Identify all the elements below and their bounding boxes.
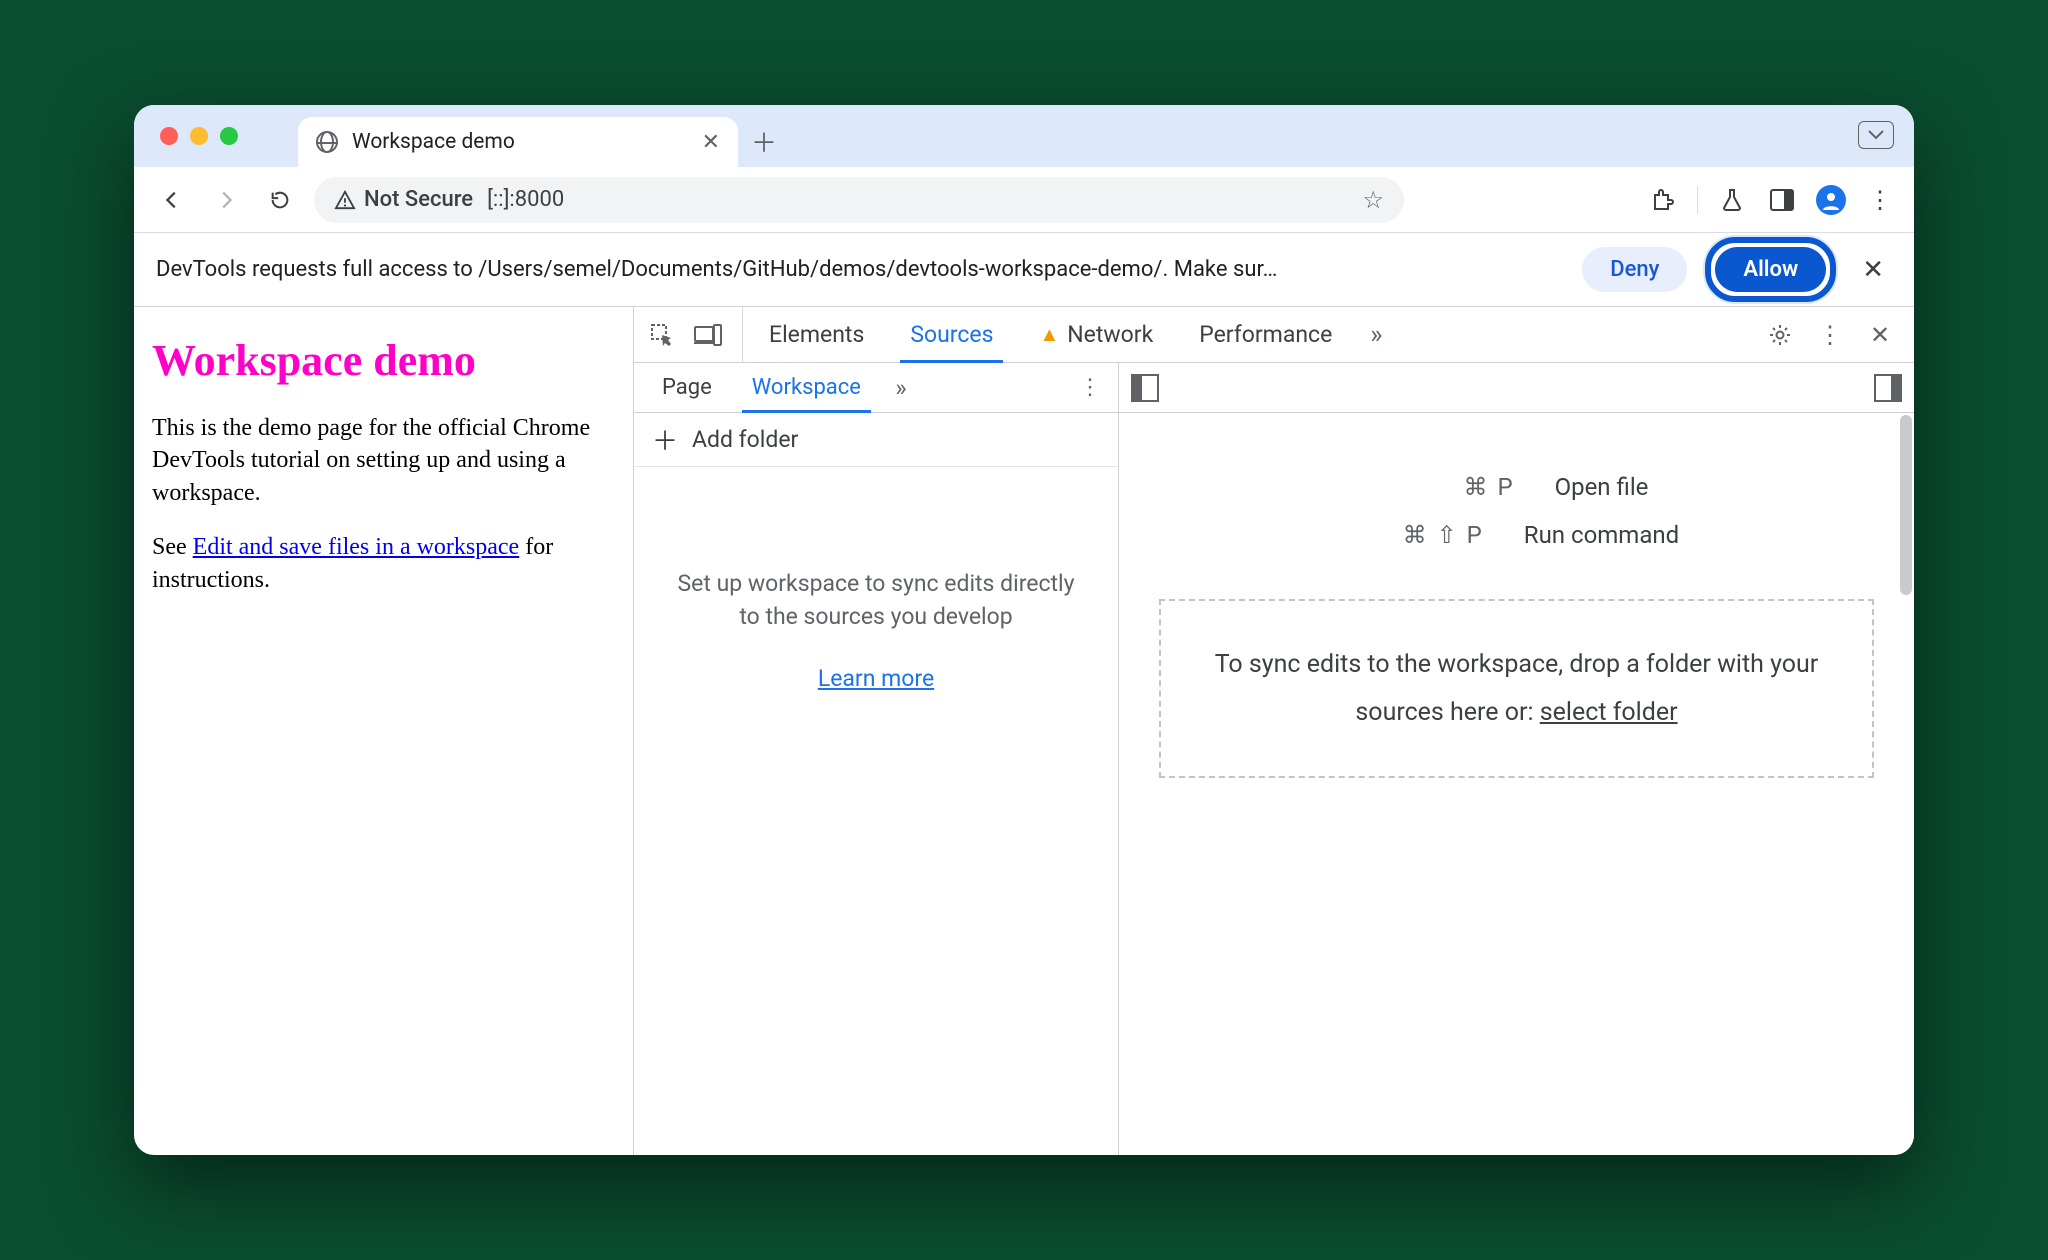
devtools-inspect-group (644, 307, 743, 362)
rendered-page: Workspace demo This is the demo page for… (134, 307, 634, 1155)
side-panel-icon[interactable] (1766, 184, 1798, 216)
devtools-tabbar: Elements Sources ▲ Network Performance »… (634, 307, 1914, 363)
infobar-close-icon[interactable]: ✕ (1854, 255, 1892, 285)
workspace-empty-state: Set up workspace to sync edits directly … (634, 467, 1118, 1155)
workspace-tutorial-link[interactable]: Edit and save files in a workspace (193, 534, 520, 560)
tab-sources[interactable]: Sources (890, 307, 1013, 362)
browser-window: Workspace demo ✕ ＋ Not Secure [::]:8000 … (134, 105, 1914, 1155)
allow-button[interactable]: Allow (1715, 247, 1826, 292)
select-folder-link[interactable]: select folder (1540, 698, 1678, 727)
close-window-icon[interactable] (160, 127, 178, 145)
infobar-message: DevTools requests full access to /Users/… (156, 257, 1564, 282)
back-button[interactable] (152, 180, 192, 220)
navigator-menu-icon[interactable]: ⋮ (1072, 370, 1108, 406)
shortcut-hints: ⌘ P Open file ⌘ ⇧ P Run command (1119, 413, 1914, 579)
close-tab-icon[interactable]: ✕ (702, 130, 720, 155)
allow-highlight: Allow (1705, 237, 1836, 302)
globe-icon (316, 131, 338, 153)
sources-editor-pane: ⌘ P Open file ⌘ ⇧ P Run command To sync … (1119, 363, 1914, 1155)
navigator-tabs: Page Workspace » ⋮ (634, 363, 1118, 413)
subtab-workspace[interactable]: Workspace (734, 363, 879, 412)
tab-performance[interactable]: Performance (1179, 307, 1352, 362)
shortcut-open-file: ⌘ P Open file (1385, 473, 1649, 501)
bookmark-icon[interactable]: ☆ (1362, 186, 1384, 214)
page-paragraph-1: This is the demo page for the official C… (152, 412, 615, 509)
maximize-window-icon[interactable] (220, 127, 238, 145)
page-heading: Workspace demo (152, 335, 615, 386)
show-navigator-icon[interactable] (1131, 374, 1159, 402)
permission-infobar: DevTools requests full access to /Users/… (134, 233, 1914, 307)
subtab-overflow-icon[interactable]: » (883, 370, 919, 406)
omnibox[interactable]: Not Secure [::]:8000 ☆ (314, 177, 1404, 223)
show-debugger-icon[interactable] (1874, 374, 1902, 402)
tab-network[interactable]: ▲ Network (1019, 307, 1173, 362)
plus-icon: ＋ (652, 421, 678, 458)
learn-more-link[interactable]: Learn more (818, 662, 934, 695)
sources-navigator: Page Workspace » ⋮ ＋ Add folder Set up w… (634, 363, 1119, 1155)
editor-topstrip (1119, 363, 1914, 413)
settings-icon[interactable] (1762, 317, 1798, 353)
tab-overflow-icon[interactable]: » (1358, 317, 1394, 353)
toolbar-right: ⋮ (1647, 184, 1896, 216)
extensions-icon[interactable] (1647, 184, 1679, 216)
deny-button[interactable]: Deny (1582, 247, 1687, 292)
devtools-menu-icon[interactable]: ⋮ (1812, 317, 1848, 353)
experiments-icon[interactable] (1716, 184, 1748, 216)
security-label: Not Secure (364, 187, 473, 212)
devtools-panel: Elements Sources ▲ Network Performance »… (634, 307, 1914, 1155)
window-controls (160, 127, 238, 145)
subtab-page[interactable]: Page (644, 363, 730, 412)
titlebar: Workspace demo ✕ ＋ (134, 105, 1914, 167)
add-folder-button[interactable]: ＋ Add folder (634, 413, 1118, 467)
shortcut-run-command: ⌘ ⇧ P Run command (1354, 521, 1679, 549)
url-text: [::]:8000 (487, 187, 564, 212)
device-toolbar-icon[interactable] (690, 317, 726, 353)
devtools-close-icon[interactable]: ✕ (1862, 317, 1898, 353)
forward-button[interactable] (206, 180, 246, 220)
inspect-element-icon[interactable] (644, 317, 680, 353)
new-tab-button[interactable]: ＋ (744, 121, 784, 161)
security-badge[interactable]: Not Secure (334, 187, 473, 212)
divider (1697, 186, 1698, 214)
page-paragraph-2: See Edit and save files in a workspace f… (152, 531, 615, 596)
tab-overflow-button[interactable] (1858, 121, 1894, 149)
warning-icon: ▲ (1039, 322, 1059, 347)
main-split: Workspace demo This is the demo page for… (134, 307, 1914, 1155)
minimize-window-icon[interactable] (190, 127, 208, 145)
profile-avatar[interactable] (1816, 185, 1846, 215)
tab-title: Workspace demo (352, 130, 688, 154)
warning-icon (334, 190, 356, 210)
tab-elements[interactable]: Elements (749, 307, 884, 362)
browser-tab[interactable]: Workspace demo ✕ (298, 117, 738, 167)
browser-menu-icon[interactable]: ⋮ (1864, 184, 1896, 216)
sources-split: Page Workspace » ⋮ ＋ Add folder Set up w… (634, 363, 1914, 1155)
workspace-dropzone[interactable]: To sync edits to the workspace, drop a f… (1159, 599, 1874, 778)
toolbar: Not Secure [::]:8000 ☆ ⋮ (134, 167, 1914, 233)
scrollbar[interactable] (1900, 415, 1912, 595)
reload-button[interactable] (260, 180, 300, 220)
